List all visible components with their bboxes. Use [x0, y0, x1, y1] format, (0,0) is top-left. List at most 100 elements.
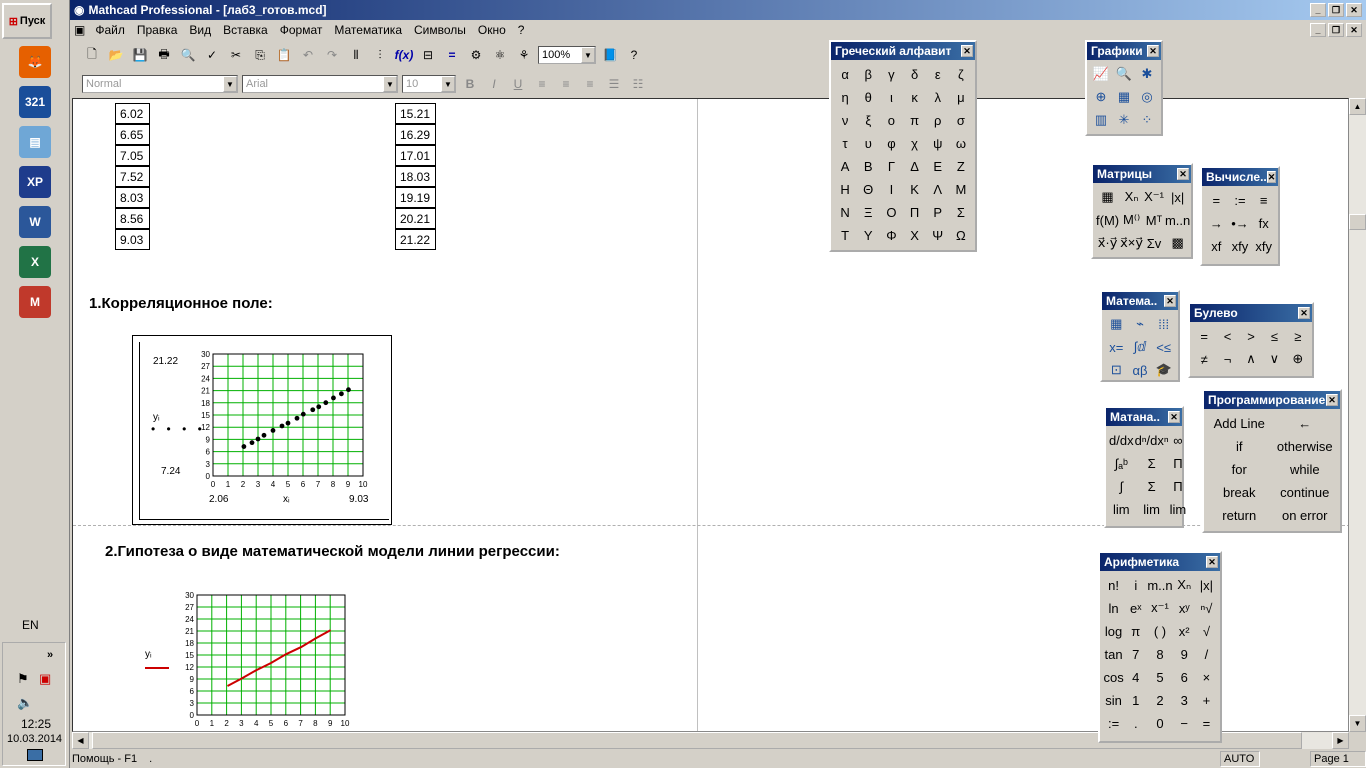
palette-button[interactable]: ✱ — [1136, 63, 1158, 85]
palette-button[interactable]: on error — [1273, 504, 1338, 526]
palette-button[interactable]: while — [1273, 458, 1338, 480]
palette-button[interactable]: μ — [950, 86, 972, 108]
align-across-icon[interactable]: ⫴ — [346, 45, 366, 65]
language-indicator[interactable]: EN — [22, 618, 39, 632]
palette-button[interactable]: 6 — [1174, 666, 1195, 688]
resource-icon[interactable]: ⚛ — [490, 45, 510, 65]
taskbar-app[interactable]: ▤ — [6, 123, 64, 161]
palette-button[interactable]: M⁽⁾ — [1120, 209, 1143, 231]
palette-button[interactable]: ¬ — [1216, 348, 1238, 370]
palette-button[interactable]: cos — [1103, 666, 1124, 688]
matrix-palette-title[interactable]: Матрицы ✕ — [1093, 165, 1191, 183]
palette-button[interactable]: 🎓 — [1152, 359, 1175, 381]
palette-button[interactable]: ψ — [927, 132, 949, 154]
help-icon[interactable]: ? — [624, 45, 644, 65]
tray-app-icon[interactable]: ▣ — [39, 671, 51, 687]
palette-button[interactable]: dⁿ/dxⁿ — [1135, 429, 1169, 451]
calculus-palette-title[interactable]: Матана.. ✕ — [1106, 408, 1182, 426]
taskbar-app[interactable]: W — [6, 203, 64, 241]
palette-button[interactable]: Ι — [880, 178, 902, 200]
palette-button[interactable]: 9 — [1174, 643, 1195, 665]
close-icon[interactable]: ✕ — [1298, 307, 1310, 319]
print-preview-icon[interactable]: 🔍 — [178, 45, 198, 65]
palette-button[interactable]: αβ — [1129, 359, 1152, 381]
palette-button[interactable]: ≤ — [1263, 325, 1285, 347]
palette-button[interactable]: Mᵀ — [1144, 209, 1164, 231]
menu-item[interactable]: Формат — [274, 23, 329, 37]
palette-button[interactable]: ∫ⅆ — [1129, 336, 1152, 358]
flag-icon[interactable]: ⚑ — [17, 671, 29, 687]
palette-button[interactable]: √ — [1196, 620, 1217, 642]
palette-button[interactable]: Φ — [880, 224, 902, 246]
palette-button[interactable]: 1 — [1125, 689, 1146, 711]
insert-function-icon[interactable]: f(x) — [394, 45, 414, 65]
paste-icon[interactable]: 📋 — [274, 45, 294, 65]
palette-button[interactable]: Add Line — [1207, 412, 1272, 434]
palette-button[interactable]: ▦ — [1105, 313, 1128, 335]
numbering-icon[interactable]: ☷ — [628, 74, 648, 94]
maximize-button[interactable]: ❐ — [1328, 3, 1344, 17]
vertical-scrollbar[interactable]: ▲ ▼ — [1349, 98, 1366, 732]
scatter-plot-region[interactable]: 21.22 7.24 yᵢ • • • • 2.06 xᵢ 9.03 30 27 2… — [132, 335, 392, 525]
font-select[interactable]: Arial ▼ — [242, 75, 398, 93]
palette-button[interactable]: Ε — [927, 155, 949, 177]
palette-button[interactable]: ← — [1273, 412, 1338, 434]
palette-button[interactable]: Σ — [1135, 452, 1169, 474]
menu-item[interactable]: Символы — [408, 23, 472, 37]
palette-button[interactable]: β — [857, 63, 879, 85]
table-cell[interactable]: 6.02 — [115, 103, 150, 124]
clock-date[interactable]: 10.03.2014 — [7, 733, 62, 745]
palette-button[interactable]: xfy — [1252, 235, 1275, 257]
palette-button[interactable]: Ζ — [950, 155, 972, 177]
insert-unit-icon[interactable]: ⊟ — [418, 45, 438, 65]
palette-button[interactable]: θ — [857, 86, 879, 108]
insert-component-icon[interactable]: ⚙ — [466, 45, 486, 65]
palette-button[interactable]: 3 — [1174, 689, 1195, 711]
save-icon[interactable]: 💾 — [130, 45, 150, 65]
palette-button[interactable]: υ — [857, 132, 879, 154]
palette-button[interactable]: + — [1196, 689, 1217, 711]
palette-button[interactable]: 5 — [1147, 666, 1172, 688]
scroll-down-icon[interactable]: ▼ — [1349, 715, 1366, 732]
table-cell[interactable]: 7.05 — [115, 145, 150, 166]
close-icon[interactable]: ✕ — [1164, 295, 1176, 307]
scroll-left-icon[interactable]: ◀ — [72, 732, 89, 749]
zoom-select[interactable]: 100% ▼ — [538, 46, 596, 64]
volume-icon[interactable]: 🔈 — [17, 695, 33, 711]
close-icon[interactable]: ✕ — [1266, 171, 1277, 183]
palette-button[interactable]: Α — [834, 155, 856, 177]
palette-button[interactable]: ∨ — [1263, 348, 1285, 370]
menu-item[interactable]: Вставка — [217, 23, 274, 37]
style-select[interactable]: Normal ▼ — [82, 75, 238, 93]
palette-button[interactable]: x= — [1105, 336, 1128, 358]
palette-button[interactable]: . — [1125, 712, 1146, 734]
palette-button[interactable]: ◎ — [1136, 86, 1158, 108]
palette-button[interactable]: Δ — [903, 155, 925, 177]
palette-button[interactable]: ▦ — [1113, 86, 1135, 108]
close-icon[interactable]: ✕ — [1168, 411, 1180, 423]
minimize-button[interactable]: _ — [1310, 3, 1326, 17]
align-down-icon[interactable]: ⫶ — [370, 45, 390, 65]
palette-button[interactable]: Κ — [903, 178, 925, 200]
greek-palette-title[interactable]: Греческий алфавит ✕ — [831, 42, 975, 60]
menu-item[interactable]: Окно — [472, 23, 512, 37]
palette-button[interactable]: ρ — [927, 109, 949, 131]
table-cell[interactable]: 8.03 — [115, 187, 150, 208]
palette-button[interactable]: Σv — [1144, 232, 1164, 254]
table-cell[interactable]: 19.19 — [395, 187, 436, 208]
close-icon[interactable]: ✕ — [1326, 394, 1338, 406]
palette-button[interactable]: Xₙ — [1174, 574, 1195, 596]
palette-button[interactable]: ι — [880, 86, 902, 108]
palette-button[interactable]: ≥ — [1287, 325, 1309, 347]
calculate-icon[interactable]: = — [442, 45, 462, 65]
palette-button[interactable]: κ — [903, 86, 925, 108]
scroll-up-icon[interactable]: ▲ — [1349, 98, 1366, 115]
palette-button[interactable]: Xₙ — [1120, 186, 1143, 208]
taskbar-app[interactable]: XP — [6, 163, 64, 201]
scroll-thumb[interactable] — [1349, 214, 1366, 230]
palette-button[interactable]: π — [1125, 620, 1146, 642]
palette-button[interactable]: ▩ — [1165, 232, 1190, 254]
palette-button[interactable]: X⁻¹ — [1144, 186, 1164, 208]
palette-button[interactable]: = — [1193, 325, 1215, 347]
palette-button[interactable]: <≤ — [1152, 336, 1175, 358]
